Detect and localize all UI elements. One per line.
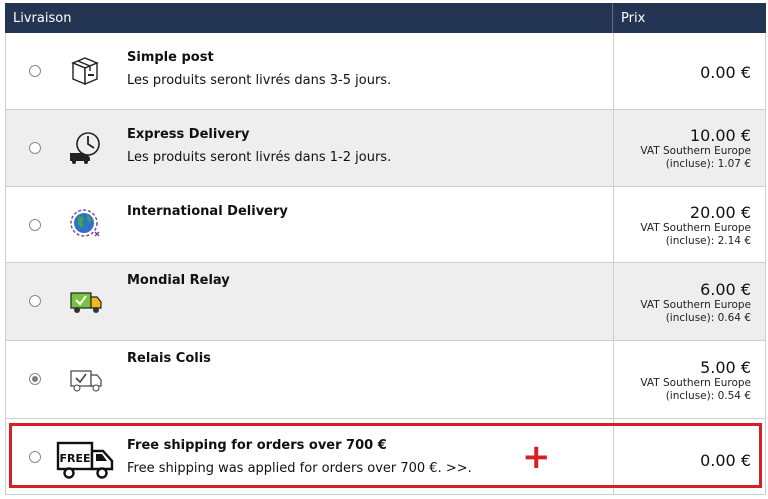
vat-label: VAT Southern Europe bbox=[640, 222, 751, 234]
shipping-option-international[interactable]: International Delivery 20.00 € VAT South… bbox=[5, 187, 766, 263]
shipping-radio[interactable] bbox=[29, 142, 41, 154]
shipping-radio-selected[interactable] bbox=[29, 373, 41, 385]
option-description: Les produits seront livrés dans 3-5 jour… bbox=[127, 73, 392, 88]
option-name: Express Delivery bbox=[127, 127, 250, 142]
table-header: Livraison Prix bbox=[5, 3, 766, 33]
option-price-cell: 0.00 € bbox=[613, 419, 765, 494]
shipping-option-express[interactable]: Express Delivery Les produits seront liv… bbox=[5, 110, 766, 187]
free-truck-icon: FREE bbox=[56, 437, 116, 481]
delivery-column-header: Livraison bbox=[13, 11, 72, 26]
shipping-radio[interactable] bbox=[29, 219, 41, 231]
vat-amount: (incluse): 2.14 € bbox=[665, 235, 751, 247]
option-price-cell: 10.00 € VAT Southern Europe (incluse): 1… bbox=[613, 110, 765, 186]
option-description: Les produits seront livrés dans 1-2 jour… bbox=[127, 150, 392, 165]
option-price-cell: 20.00 € VAT Southern Europe (incluse): 2… bbox=[613, 187, 765, 262]
option-name: Free shipping for orders over 700 € bbox=[127, 438, 387, 453]
vat-amount: (incluse): 1.07 € bbox=[665, 158, 751, 170]
option-price-cell: 0.00 € bbox=[613, 33, 765, 109]
vat-label: VAT Southern Europe bbox=[640, 377, 751, 389]
option-price-cell: 6.00 € VAT Southern Europe (incluse): 0.… bbox=[613, 263, 765, 340]
shipping-table: Livraison Prix Simple post Les produits … bbox=[5, 3, 766, 495]
globe-icon bbox=[65, 206, 105, 242]
vat-amount: (incluse): 0.54 € bbox=[665, 390, 751, 402]
shipping-radio[interactable] bbox=[29, 65, 41, 77]
vat-label: VAT Southern Europe bbox=[640, 299, 751, 311]
plus-annotation: + bbox=[522, 437, 551, 477]
option-name: Mondial Relay bbox=[127, 273, 230, 288]
option-price: 20.00 € bbox=[689, 203, 751, 222]
option-price: 6.00 € bbox=[700, 280, 751, 299]
option-price: 0.00 € bbox=[700, 451, 751, 470]
free-icon-text: FREE bbox=[59, 452, 90, 465]
option-name: International Delivery bbox=[127, 204, 288, 219]
shipping-option-simple-post[interactable]: Simple post Les produits seront livrés d… bbox=[5, 33, 766, 110]
shipping-option-free[interactable]: FREE Free shipping for orders over 700 €… bbox=[5, 419, 766, 495]
vat-label: VAT Southern Europe bbox=[640, 145, 751, 157]
option-price: 10.00 € bbox=[689, 126, 751, 145]
option-name: Simple post bbox=[127, 50, 214, 65]
package-box-icon bbox=[65, 53, 105, 89]
option-price-cell: 5.00 € VAT Southern Europe (incluse): 0.… bbox=[613, 341, 765, 418]
checked-truck-icon bbox=[65, 361, 105, 397]
option-price: 5.00 € bbox=[700, 358, 751, 377]
shipping-radio[interactable] bbox=[29, 451, 41, 463]
option-description: Free shipping was applied for orders ove… bbox=[127, 461, 472, 476]
option-price: 0.00 € bbox=[700, 63, 751, 82]
option-name: Relais Colis bbox=[127, 351, 211, 366]
clock-truck-icon bbox=[65, 130, 105, 166]
green-truck-icon bbox=[65, 283, 105, 319]
shipping-option-mondial-relay[interactable]: Mondial Relay 6.00 € VAT Southern Europe… bbox=[5, 263, 766, 341]
shipping-option-relais-colis[interactable]: Relais Colis 5.00 € VAT Southern Europe … bbox=[5, 341, 766, 419]
shipping-radio[interactable] bbox=[29, 295, 41, 307]
vat-amount: (incluse): 0.64 € bbox=[665, 312, 751, 324]
price-column-header: Prix bbox=[612, 3, 766, 33]
